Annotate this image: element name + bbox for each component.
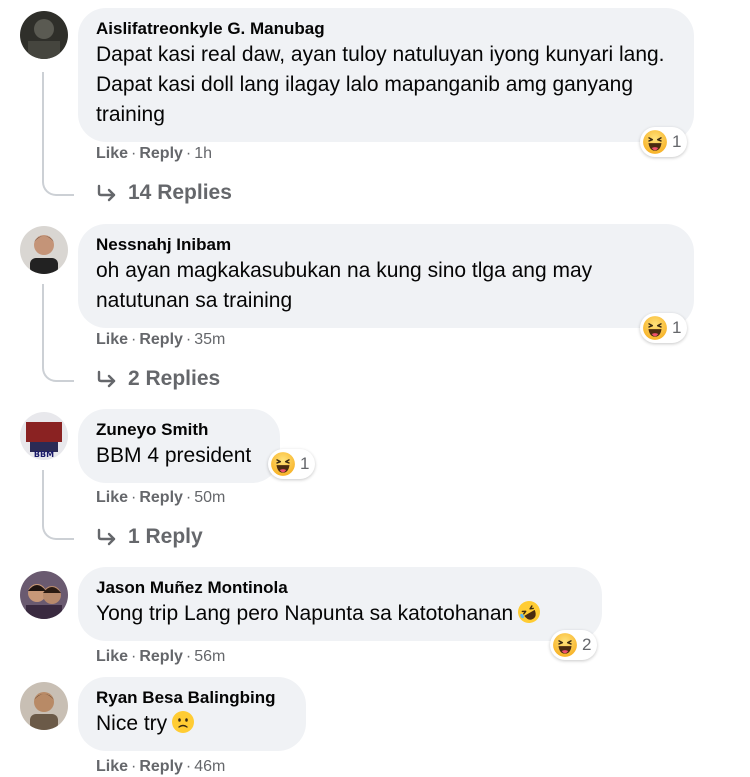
- reaction-count: 2: [582, 635, 592, 654]
- separator: ·: [185, 489, 192, 506]
- comment-author[interactable]: Ryan Besa Balingbing: [96, 687, 288, 709]
- avatar-image: [20, 682, 68, 730]
- reaction-summary[interactable]: 1: [268, 449, 316, 479]
- comment-text: Nice try: [96, 709, 288, 739]
- comment-bubble: Ryan Besa Balingbing Nice try: [78, 677, 306, 751]
- rolling-laughing-emoji-icon: [517, 600, 541, 624]
- avatar-image: [20, 226, 68, 274]
- reaction-count: 1: [672, 132, 682, 151]
- comment-actions: Like · Reply · 1h: [96, 144, 212, 164]
- separator: ·: [131, 648, 137, 665]
- like-button[interactable]: Like: [96, 489, 128, 506]
- like-button[interactable]: Like: [96, 648, 128, 665]
- avatar[interactable]: [20, 226, 68, 274]
- avatar[interactable]: BBM: [20, 412, 68, 460]
- avatar[interactable]: [20, 571, 68, 619]
- separator: ·: [131, 145, 137, 162]
- comment-bubble: Jason Muñez Montinola Yong trip Lang per…: [78, 567, 602, 641]
- comment-text: Yong trip Lang pero Napunta sa katotohan…: [96, 599, 584, 629]
- timestamp[interactable]: 56m: [194, 648, 225, 665]
- reply-button[interactable]: Reply: [139, 648, 183, 665]
- reaction-count: 1: [300, 454, 310, 473]
- reaction-summary[interactable]: 2: [550, 630, 598, 660]
- slightly-frowning-emoji-icon: [171, 710, 195, 734]
- timestamp[interactable]: 1h: [194, 145, 212, 162]
- like-button[interactable]: Like: [96, 331, 128, 348]
- view-replies-link[interactable]: 1 Reply: [96, 524, 203, 550]
- comment-author[interactable]: Zuneyo Smith: [96, 419, 262, 441]
- view-replies-link[interactable]: 14 Replies: [96, 180, 232, 206]
- comment-bubble: Aislifatreonkyle G. Manubag Dapat kasi r…: [78, 8, 694, 142]
- reply-button[interactable]: Reply: [139, 331, 183, 348]
- comment-actions: Like · Reply · 56m: [96, 647, 225, 667]
- thread-line: [42, 284, 74, 382]
- reaction-count: 1: [672, 318, 682, 337]
- like-button[interactable]: Like: [96, 758, 128, 775]
- separator: ·: [131, 758, 137, 775]
- avatar-image: [20, 571, 68, 619]
- reaction-summary[interactable]: 1: [640, 127, 688, 157]
- thread-line: [42, 72, 74, 196]
- comment-bubble: Nessnahj Inibam oh ayan magkakasubukan n…: [78, 224, 694, 328]
- reply-arrow-icon: [97, 370, 116, 388]
- avatar[interactable]: [20, 11, 68, 59]
- timestamp[interactable]: 46m: [194, 758, 225, 775]
- reply-arrow-icon: [97, 528, 116, 546]
- replies-label: 2 Replies: [128, 367, 221, 390]
- comment-text: Dapat kasi real daw, ayan tuloy natuluya…: [96, 43, 665, 126]
- separator: ·: [185, 145, 192, 162]
- reply-button[interactable]: Reply: [139, 489, 183, 506]
- reaction-summary[interactable]: 1: [640, 313, 688, 343]
- comment-author[interactable]: Aislifatreonkyle G. Manubag: [96, 18, 676, 40]
- comment-text-content: Yong trip Lang pero Napunta sa katotohan…: [96, 602, 514, 625]
- avatar-image: BBM: [20, 412, 68, 460]
- like-button[interactable]: Like: [96, 145, 128, 162]
- separator: ·: [185, 648, 192, 665]
- comment-text: BBM 4 president: [96, 444, 252, 467]
- separator: ·: [131, 489, 137, 506]
- comment-bubble: Zuneyo Smith BBM 4 president: [78, 409, 280, 483]
- view-replies-link[interactable]: 2 Replies: [96, 366, 220, 392]
- comment-text: oh ayan magkakasubukan na kung sino tlga…: [96, 259, 593, 312]
- comment-actions: Like · Reply · 46m: [96, 757, 225, 777]
- thread-line: [42, 470, 74, 540]
- reply-button[interactable]: Reply: [139, 145, 183, 162]
- timestamp[interactable]: 35m: [194, 331, 225, 348]
- separator: ·: [185, 758, 192, 775]
- replies-label: 14 Replies: [128, 181, 232, 204]
- haha-emoji-icon: [552, 632, 578, 658]
- avatar-image: [20, 11, 68, 59]
- avatar[interactable]: [20, 682, 68, 730]
- svg-text:BBM: BBM: [34, 450, 54, 459]
- haha-emoji-icon: [642, 129, 668, 155]
- haha-emoji-icon: [270, 451, 296, 477]
- comment-actions: Like · Reply · 35m: [96, 330, 225, 350]
- separator: ·: [131, 331, 137, 348]
- comment-author[interactable]: Jason Muñez Montinola: [96, 577, 584, 599]
- replies-label: 1 Reply: [128, 525, 203, 548]
- comment-text-content: Nice try: [96, 712, 168, 735]
- timestamp[interactable]: 50m: [194, 489, 225, 506]
- separator: ·: [185, 331, 192, 348]
- reply-arrow-icon: [97, 184, 116, 202]
- comment-author[interactable]: Nessnahj Inibam: [96, 234, 676, 256]
- comment-actions: Like · Reply · 50m: [96, 488, 225, 508]
- haha-emoji-icon: [642, 315, 668, 341]
- reply-button[interactable]: Reply: [139, 758, 183, 775]
